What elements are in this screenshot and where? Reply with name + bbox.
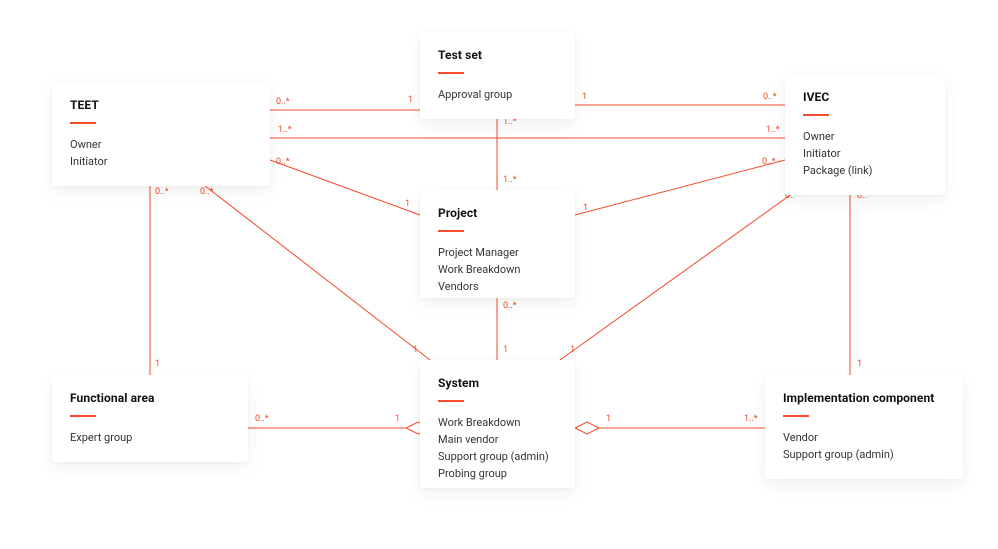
mult-teet-funcarea-bottom: 1 <box>155 360 160 369</box>
title-underline <box>70 122 96 124</box>
entity-attr: Vendors <box>438 278 557 295</box>
mult-teet-project-left: 0..* <box>276 158 290 167</box>
mult-testset-ivec-right: 0..* <box>763 93 777 102</box>
entity-system: System Work Breakdown Main vendor Suppor… <box>420 360 575 488</box>
mult-teet-funcarea-top: 0..* <box>155 188 169 197</box>
entity-attr: Work Breakdown <box>438 261 557 278</box>
mult-project-system-bottom: 1 <box>503 346 508 355</box>
mult-teet-testset-left: 0..* <box>276 98 290 107</box>
mult-ivec-implcomp-bottom: 1 <box>857 360 862 369</box>
entity-title: TEET <box>70 98 252 112</box>
mult-project-testset-bottom: 1..* <box>503 176 517 185</box>
mult-funcarea-system-right: 1 <box>395 415 400 424</box>
entity-teet: TEET Owner Initiator <box>52 82 270 186</box>
entity-attr: Initiator <box>803 145 927 162</box>
mult-project-testset-top: 1..* <box>503 118 517 127</box>
mult-teet-ivec-left: 1..* <box>278 126 292 135</box>
title-underline <box>438 400 464 402</box>
title-underline <box>783 415 809 417</box>
entity-attr: Main vendor <box>438 431 557 448</box>
entity-attr: Owner <box>803 128 927 145</box>
entity-attr: Work Breakdown <box>438 414 557 431</box>
mult-teet-system-top: 0..* <box>200 188 214 197</box>
entity-attr: Probing group <box>438 465 557 482</box>
mult-project-ivec-left: 1 <box>583 204 588 213</box>
entity-attr: Package (link) <box>803 162 927 179</box>
mult-teet-ivec-right: 1..* <box>766 126 780 135</box>
entity-title: Test set <box>438 48 557 62</box>
entity-testset: Test set Approval group <box>420 32 575 119</box>
mult-system-implcomp-right: 1..* <box>744 415 758 424</box>
entity-attr: Initiator <box>70 153 252 170</box>
entity-title: Implementation component <box>783 391 945 405</box>
mult-project-ivec-right: 0..* <box>762 158 776 167</box>
entity-title: Project <box>438 206 557 220</box>
entity-ivec: IVEC Owner Initiator Package (link) <box>785 74 945 195</box>
entity-title: Functional area <box>70 391 230 405</box>
title-underline <box>70 415 96 417</box>
entity-attr: Support group (admin) <box>438 448 557 465</box>
mult-testset-ivec-left: 1 <box>582 93 587 102</box>
mult-teet-system-bottom: 1 <box>413 346 418 355</box>
mult-funcarea-system-left: 0..* <box>255 415 269 424</box>
entity-diagram: 0..* 1 1 0..* 1..* 1..* 0..* 1 1..* 1..*… <box>0 0 998 549</box>
mult-teet-testset-right: 1 <box>408 96 413 105</box>
title-underline <box>438 72 464 74</box>
entity-project: Project Project Manager Work Breakdown V… <box>420 190 575 298</box>
entity-attr: Support group (admin) <box>783 446 945 463</box>
mult-system-implcomp-left: 1 <box>606 415 611 424</box>
entity-attr: Vendor <box>783 429 945 446</box>
mult-teet-project-right: 1 <box>405 200 410 209</box>
entity-implcomp: Implementation component Vendor Support … <box>765 375 963 479</box>
mult-system-ivec-left: 1 <box>570 346 575 355</box>
entity-attr: Approval group <box>438 86 557 103</box>
title-underline <box>438 230 464 232</box>
entity-title: IVEC <box>803 90 927 104</box>
entity-attr: Project Manager <box>438 244 557 261</box>
title-underline <box>803 114 829 116</box>
entity-title: System <box>438 376 557 390</box>
entity-funcarea: Functional area Expert group <box>52 375 248 462</box>
entity-attr: Expert group <box>70 429 230 446</box>
mult-project-system-top: 0..* <box>503 302 517 311</box>
entity-attr: Owner <box>70 136 252 153</box>
